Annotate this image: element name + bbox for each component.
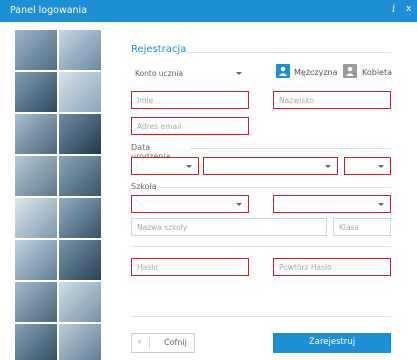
last-name-field[interactable]: Nazwisko <box>273 91 391 109</box>
photo-tile <box>59 114 101 154</box>
last-name-placeholder: Nazwisko <box>279 96 314 105</box>
chevron-down-icon <box>378 165 384 168</box>
school-name-field[interactable]: Nazwa szkoły <box>131 218 327 236</box>
dob-day-select[interactable] <box>131 157 199 175</box>
school-region-select[interactable] <box>131 195 249 213</box>
buttons-divider <box>131 316 391 317</box>
photo-tile <box>59 72 101 112</box>
first-name-placeholder: Imię <box>137 96 154 105</box>
password-field[interactable]: Hasło <box>131 258 249 276</box>
section-title: Rejestracja <box>131 44 187 55</box>
chevron-down-icon <box>236 72 242 75</box>
dob-divider <box>190 148 391 149</box>
register-button[interactable]: Zarejestruj <box>273 333 391 353</box>
photo-tile <box>15 114 57 154</box>
chevron-left-icon: ‹ <box>138 337 150 349</box>
photo-tile <box>59 282 101 322</box>
female-icon[interactable] <box>343 64 357 78</box>
photo-tile <box>59 156 101 196</box>
photo-tile <box>59 324 101 360</box>
photo-tile <box>15 30 57 70</box>
class-field[interactable]: Klasa <box>333 218 391 236</box>
email-field[interactable]: Adres email <box>131 117 249 135</box>
school-label: Szkoła <box>131 182 157 191</box>
photo-tile <box>15 72 57 112</box>
photo-tile <box>15 324 57 360</box>
close-icon[interactable]: x <box>406 4 411 14</box>
password-divider <box>131 246 391 247</box>
chevron-down-icon <box>378 203 384 206</box>
info-icon[interactable]: i <box>392 4 395 15</box>
window-title: Panel logowania <box>10 5 88 16</box>
gender-male-label[interactable]: Mężczyzna <box>294 68 338 77</box>
photo-tile <box>15 240 57 280</box>
male-icon[interactable] <box>276 64 290 78</box>
title-bar: Panel logowania i x <box>0 0 417 22</box>
back-button-label: Cofnij <box>164 338 187 347</box>
repeat-password-placeholder: Powtórz Hasło <box>279 263 332 272</box>
section-divider <box>186 52 391 53</box>
chevron-down-icon <box>325 165 331 168</box>
first-name-field[interactable]: Imię <box>131 91 249 109</box>
school-name-placeholder: Nazwa szkoły <box>137 223 188 232</box>
chevron-down-icon <box>236 203 242 206</box>
photo-tile <box>15 156 57 196</box>
photo-tile <box>15 198 57 238</box>
login-panel-window: Panel logowania i x Rejestracja Konto uc… <box>0 0 417 360</box>
school-divider <box>158 187 391 188</box>
class-placeholder: Klasa <box>339 223 360 232</box>
account-type-select[interactable]: Konto ucznia <box>131 64 249 82</box>
password-placeholder: Hasło <box>137 263 158 272</box>
back-button[interactable]: ‹ Cofnij <box>131 333 195 353</box>
repeat-password-field[interactable]: Powtórz Hasło <box>273 258 391 276</box>
school-city-select[interactable] <box>273 195 391 213</box>
photo-tile <box>59 240 101 280</box>
email-placeholder: Adres email <box>137 122 182 131</box>
photo-tile <box>15 282 57 322</box>
photo-collage <box>15 30 101 360</box>
photo-tile <box>59 30 101 70</box>
register-button-label: Zarejestruj <box>308 337 356 347</box>
gender-female-label[interactable]: Kobieta <box>362 68 392 77</box>
dob-year-select[interactable] <box>344 157 391 175</box>
account-type-value: Konto ucznia <box>135 69 184 78</box>
dob-month-select[interactable] <box>203 157 338 175</box>
chevron-down-icon <box>186 165 192 168</box>
photo-tile <box>59 198 101 238</box>
